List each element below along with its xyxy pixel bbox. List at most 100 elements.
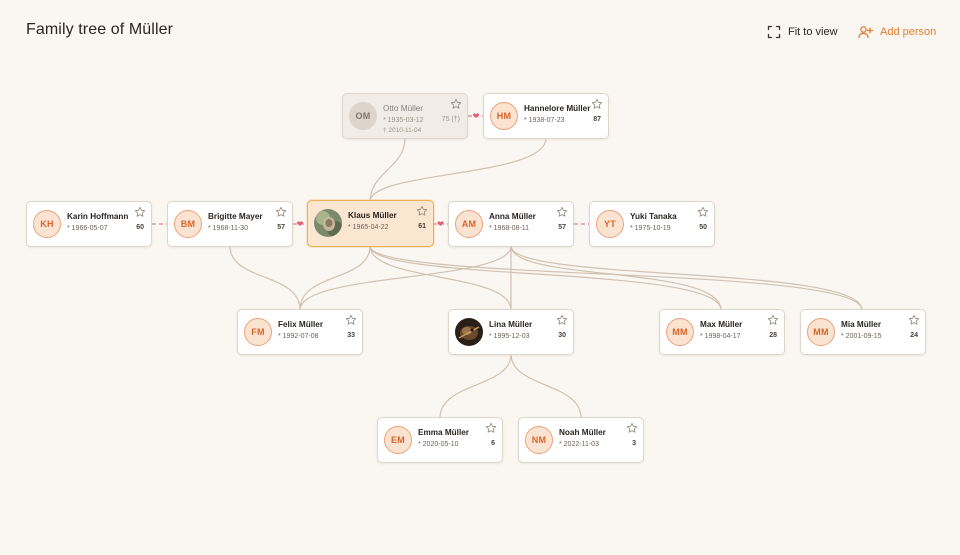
- person-name: Anna Müller: [489, 212, 536, 221]
- person-name: Brigitte Mayer: [208, 212, 263, 221]
- avatar: AM: [455, 210, 483, 238]
- person-card-emma-muller[interactable]: EM Emma Müller * 2020-05-10 6: [377, 417, 503, 463]
- avatar-photo: [314, 209, 342, 237]
- birth-date: * 1975-10-19: [630, 225, 671, 232]
- parent-link: [369, 137, 406, 203]
- birth-date: * 1995-12-03: [489, 333, 530, 340]
- birth-date: * 1968-08-11: [489, 225, 529, 232]
- parent-link: [299, 245, 371, 311]
- parent-link: [439, 353, 512, 419]
- avatar: KH: [33, 210, 61, 238]
- star-icon[interactable]: [134, 206, 146, 218]
- person-card-otto-muller[interactable]: OM Otto Müller * 1935-03-12 † 2010-11-04…: [342, 93, 468, 139]
- page-header: Family tree of Müller Fit to view Add pe…: [0, 0, 960, 64]
- avatar: OM: [349, 102, 377, 130]
- avatar: FM: [244, 318, 272, 346]
- birth-date: * 2020-05-10: [418, 441, 459, 448]
- birth-date: * 1935-03-12: [383, 117, 424, 124]
- person-card-anna-muller[interactable]: AM Anna Müller * 1968-08-11 57: [448, 201, 574, 247]
- person-card-noah-muller[interactable]: NM Noah Müller * 2022-11-03 3: [518, 417, 644, 463]
- star-icon[interactable]: [556, 206, 568, 218]
- star-icon[interactable]: [591, 98, 603, 110]
- person-name: Karin Hoffmann: [67, 212, 129, 221]
- person-age: 30: [558, 332, 566, 339]
- parent-link: [510, 245, 863, 311]
- person-name: Hannelore Müller: [524, 104, 591, 113]
- heart-icon: [473, 113, 479, 118]
- avatar: NM: [525, 426, 553, 454]
- star-icon[interactable]: [556, 314, 568, 326]
- star-icon[interactable]: [345, 314, 357, 326]
- birth-date: * 2022-11-03: [559, 441, 599, 448]
- person-age: 87: [593, 116, 601, 123]
- birth-date: * 1998-04-17: [700, 333, 741, 340]
- star-icon[interactable]: [450, 98, 462, 110]
- avatar: MM: [807, 318, 835, 346]
- birth-date: * 1966-05-07: [67, 225, 108, 232]
- person-name: Noah Müller: [559, 428, 606, 437]
- person-name: Emma Müller: [418, 428, 469, 437]
- parent-link: [299, 245, 512, 311]
- birth-date: * 1968-11-30: [208, 225, 248, 232]
- person-card-hannelore-muller[interactable]: HM Hannelore Müller * 1938-07-23 87: [483, 93, 609, 139]
- star-icon[interactable]: [908, 314, 920, 326]
- parent-link: [510, 353, 582, 419]
- person-age: 57: [277, 224, 285, 231]
- page-title: Family tree of Müller: [26, 21, 174, 38]
- person-age: 6: [491, 440, 495, 447]
- person-card-lina-muller[interactable]: Lina Müller * 1995-12-03 30: [448, 309, 574, 355]
- person-card-mia-muller[interactable]: MM Mia Müller * 2001-09-15 24: [800, 309, 926, 355]
- person-name: Klaus Müller: [348, 211, 397, 220]
- birth-date: * 1965-04-22: [348, 224, 389, 231]
- person-age: 28: [769, 332, 777, 339]
- person-name: Mia Müller: [841, 320, 882, 329]
- person-name: Max Müller: [700, 320, 743, 329]
- star-icon[interactable]: [275, 206, 287, 218]
- star-icon[interactable]: [697, 206, 709, 218]
- relationship-lines: [152, 113, 863, 419]
- avatar: EM: [384, 426, 412, 454]
- fit-view-icon: [767, 25, 781, 39]
- person-name: Yuki Tanaka: [630, 212, 677, 221]
- person-age: 61: [418, 223, 426, 230]
- birth-date: * 2001-09-15: [841, 333, 882, 340]
- person-card-yuki-tanaka[interactable]: YT Yuki Tanaka * 1975-10-19 50: [589, 201, 715, 247]
- parent-link: [369, 245, 722, 311]
- person-card-klaus-muller[interactable]: Klaus Müller * 1965-04-22 61: [307, 200, 434, 247]
- fit-to-view-button[interactable]: Fit to view: [767, 23, 838, 41]
- parent-link: [369, 137, 547, 203]
- person-dates: * 1935-03-12 † 2010-11-04: [383, 116, 423, 136]
- avatar: YT: [596, 210, 624, 238]
- person-card-max-muller[interactable]: MM Max Müller * 1998-04-17 28: [659, 309, 785, 355]
- heart-icon: [437, 221, 444, 226]
- person-age: 50: [699, 224, 707, 231]
- star-icon[interactable]: [626, 422, 638, 434]
- fit-to-view-label: Fit to view: [788, 26, 838, 38]
- star-icon[interactable]: [767, 314, 779, 326]
- parent-link: [229, 245, 301, 311]
- avatar: HM: [490, 102, 518, 130]
- parent-link: [510, 245, 722, 311]
- person-age: 3: [632, 440, 636, 447]
- avatar: MM: [666, 318, 694, 346]
- person-age: 57: [558, 224, 566, 231]
- add-person-label: Add person: [880, 26, 937, 38]
- star-icon[interactable]: [485, 422, 497, 434]
- tree-canvas[interactable]: OM Otto Müller * 1935-03-12 † 2010-11-04…: [0, 0, 960, 555]
- person-card-felix-muller[interactable]: FM Felix Müller * 1992-07-08 33: [237, 309, 363, 355]
- birth-date: * 1992-07-08: [278, 333, 319, 340]
- person-age: 24: [910, 332, 918, 339]
- heart-icon: [297, 221, 303, 226]
- star-icon[interactable]: [416, 205, 428, 217]
- person-card-karin-hoffmann[interactable]: KH Karin Hoffmann * 1966-05-07 60: [26, 201, 152, 247]
- person-age: 60: [136, 224, 144, 231]
- person-name: Lina Müller: [489, 320, 533, 329]
- person-name: Felix Müller: [278, 320, 324, 329]
- add-person-icon: [858, 25, 873, 39]
- person-card-brigitte-mayer[interactable]: BM Brigitte Mayer * 1968-11-30 57: [167, 201, 293, 247]
- death-date: † 2010-11-04: [383, 127, 422, 134]
- add-person-button[interactable]: Add person: [858, 23, 936, 41]
- person-age: 75 (†): [441, 116, 460, 123]
- person-age: 33: [347, 332, 355, 339]
- person-name: Otto Müller: [383, 104, 424, 113]
